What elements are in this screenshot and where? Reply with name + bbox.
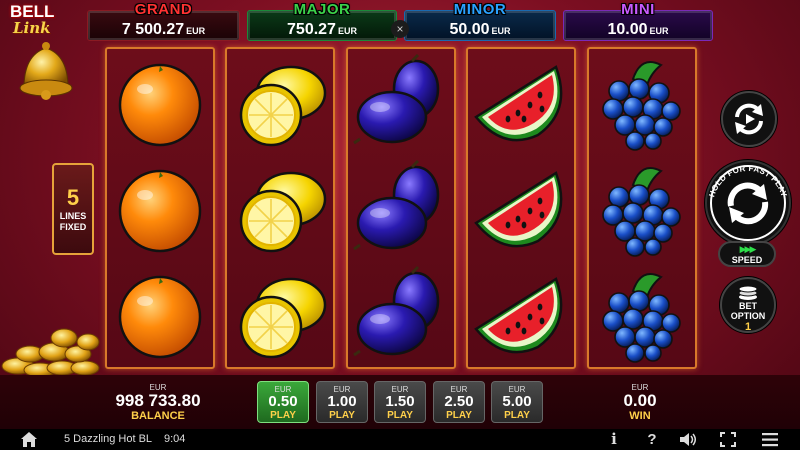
orange-symbol (107, 157, 213, 261)
lines-fixed-label: FIXED (59, 222, 87, 232)
lemon-symbol (227, 263, 333, 367)
jackpot-grand-value-wrap: 7 500.27 EUR (88, 21, 239, 39)
bet-label: PLAY (504, 410, 530, 421)
bet-option-value: 1 (744, 321, 752, 333)
jackpot-mini: MINI 10.00 EUR (563, 1, 713, 41)
jackpot-minor-value-wrap: 50.00 EUR (405, 21, 555, 39)
bet-button-1.00[interactable]: EUR 1.00 PLAY (316, 381, 368, 423)
grapes-symbol (589, 263, 695, 367)
menu-icon[interactable] (760, 430, 780, 449)
lines-fixed-badge: 5 LINES FIXED (52, 163, 94, 255)
bet-label: PLAY (446, 410, 472, 421)
bet-button-2.50[interactable]: EUR 2.50 PLAY (433, 381, 485, 423)
reel-3 (346, 47, 456, 369)
win-display: EUR 0.00 WIN (600, 383, 680, 422)
bet-value: 2.50 (444, 393, 474, 410)
lemon-symbol (227, 157, 333, 261)
status-bar: 5 Dazzling Hot BL 9:04 i ? (0, 429, 800, 450)
gold-coins-decoration (1, 328, 100, 378)
jackpot-major-label: MAJOR (293, 1, 351, 18)
bet-label: PLAY (270, 410, 296, 421)
home-icon[interactable] (20, 431, 38, 448)
bet-label: PLAY (329, 410, 355, 421)
info-icon[interactable]: i (604, 430, 624, 449)
bet-value: 1.00 (327, 393, 357, 410)
clock: 9:04 (164, 433, 186, 445)
jackpot-grand-value: 7 500.27 (121, 21, 185, 38)
reel-1 (105, 47, 215, 369)
jackpot-mini-value-wrap: 10.00 EUR (564, 21, 712, 39)
bet-value: 0.50 (268, 393, 298, 410)
game-logo: BELL Link (4, 0, 88, 100)
bet-button-0.50[interactable]: EUR 0.50 PLAY (257, 381, 309, 423)
spin-icon (710, 165, 786, 241)
balance-display: EUR 998 733.80 BALANCE (110, 383, 206, 422)
jackpot-mini-label: MINI (621, 1, 655, 18)
plum-symbol (348, 157, 454, 261)
bet-option-label: BET OPTION (722, 301, 774, 321)
lines-count: 5 (66, 185, 80, 210)
speed-label: SPEED (731, 255, 763, 265)
speed-arrows-icon: ▶▶▶ (739, 244, 757, 254)
bet-option-label-1: BET (739, 301, 757, 311)
game-name: 5 Dazzling Hot BL (64, 433, 153, 445)
watermelon-symbol (468, 263, 574, 367)
balance-label: BALANCE (131, 410, 185, 422)
autoplay-icon (735, 103, 763, 135)
win-label: WIN (629, 410, 651, 422)
plum-symbol (348, 51, 454, 155)
plum-symbol (348, 263, 454, 367)
jackpot-mini-value: 10.00 (607, 21, 648, 38)
bet-value: 5.00 (502, 393, 532, 410)
jackpot-mini-currency: EUR (649, 26, 669, 36)
coin-stack-icon (738, 285, 758, 300)
jackpot-major-value: 750.27 (287, 21, 336, 38)
reel-4 (466, 47, 576, 369)
help-icon[interactable]: ? (642, 430, 662, 449)
reel-5 (587, 47, 697, 369)
jackpot-major-currency: EUR (337, 26, 357, 36)
jackpot-minor-label: MINOR (453, 1, 507, 18)
jackpot-major: MAJOR 750.27 EUR (247, 1, 397, 41)
balance-value: 998 733.80 (115, 391, 201, 410)
watermelon-symbol (468, 157, 574, 261)
lines-label: LINES (59, 211, 87, 221)
bet-option-label-2: OPTION (730, 311, 766, 321)
jackpot-minor: MINOR 50.00 EUR (404, 1, 556, 41)
sound-icon[interactable] (678, 430, 698, 449)
autoplay-button[interactable] (721, 91, 777, 147)
jackpot-minor-value: 50.00 (449, 21, 490, 38)
bet-option-button[interactable]: BET OPTION 1 (720, 277, 776, 333)
logo-text-link: Link (13, 19, 51, 37)
bet-button-5.00[interactable]: EUR 5.00 PLAY (491, 381, 543, 423)
close-icon[interactable]: × (391, 20, 409, 38)
grapes-symbol (589, 157, 695, 261)
win-value: 0.00 (623, 391, 657, 410)
jackpot-grand-currency: EUR (186, 26, 206, 36)
grapes-symbol (589, 51, 695, 155)
watermelon-symbol (468, 51, 574, 155)
spin-button[interactable] (705, 160, 791, 246)
orange-symbol (107, 51, 213, 155)
orange-symbol (107, 263, 213, 367)
fullscreen-icon[interactable] (718, 430, 738, 449)
bet-value: 1.50 (385, 393, 415, 410)
jackpot-grand: GRAND 7 500.27 EUR (87, 1, 240, 41)
jackpot-grand-label: GRAND (134, 1, 193, 18)
speed-button[interactable]: ▶▶▶ SPEED (718, 241, 776, 267)
bet-label: PLAY (387, 410, 413, 421)
jackpot-major-value-wrap: 750.27 EUR (248, 21, 396, 39)
bet-button-1.50[interactable]: EUR 1.50 PLAY (374, 381, 426, 423)
reel-2 (225, 47, 335, 369)
lemon-symbol (227, 51, 333, 155)
jackpot-minor-currency: EUR (491, 26, 511, 36)
